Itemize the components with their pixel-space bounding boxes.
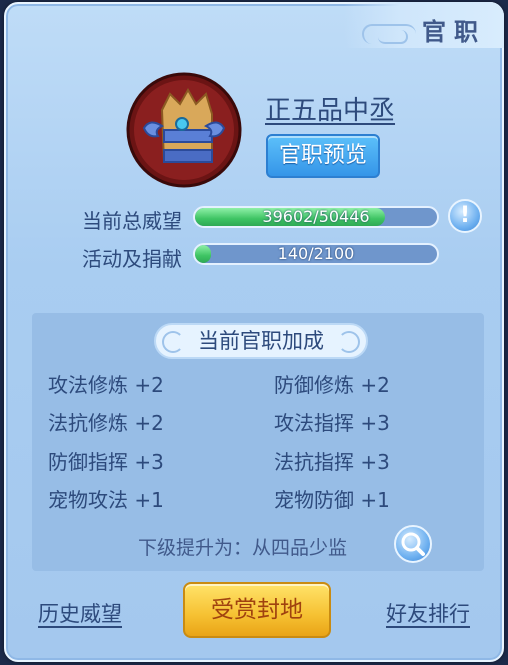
panel-title: 官职 [422, 18, 486, 46]
magnifier-icon [401, 532, 425, 556]
activity-progress-bar: 140/2100 [193, 243, 439, 265]
bonus-item: 防御修炼 +2 [274, 373, 390, 397]
bonus-item: 宠物防御 +1 [274, 488, 390, 512]
bonus-title: 当前官职加成 [154, 323, 368, 359]
next-rank-text: 下级提升为：从四品少监 [138, 537, 348, 559]
bonus-item: 攻法修炼 +2 [48, 373, 164, 397]
bonus-section: 当前官职加成 攻法修炼 +2 防御修炼 +2 法抗修炼 +2 攻法指挥 +3 防… [32, 313, 484, 571]
activity-label: 活动及捐献 [82, 247, 182, 271]
history-prestige-link[interactable]: 历史威望 [38, 598, 122, 628]
activity-value: 140/2100 [277, 244, 355, 263]
bonus-item: 法抗修炼 +2 [48, 411, 164, 435]
official-hat-icon [126, 72, 242, 188]
bonus-item: 法抗指挥 +3 [274, 450, 390, 474]
bonus-item: 防御指挥 +3 [48, 450, 164, 474]
friend-ranking-link[interactable]: 好友排行 [386, 598, 470, 628]
bonus-item: 宠物攻法 +1 [48, 488, 164, 512]
cloud-ornament-icon [378, 30, 408, 44]
title-bar: 官职 [344, 2, 504, 48]
bonus-item: 攻法指挥 +3 [274, 411, 390, 435]
prestige-label: 当前总威望 [82, 209, 182, 233]
search-next-rank-button[interactable] [394, 525, 432, 563]
rank-name[interactable]: 正五品中丞 [265, 90, 395, 127]
prestige-value: 39602/50446 [262, 207, 370, 226]
receive-fief-button[interactable]: 受赏封地 [183, 582, 331, 638]
office-preview-button[interactable]: 官职预览 [266, 134, 380, 178]
prestige-progress-bar: 39602/50446 [193, 206, 439, 228]
info-icon[interactable]: ! [448, 199, 482, 233]
